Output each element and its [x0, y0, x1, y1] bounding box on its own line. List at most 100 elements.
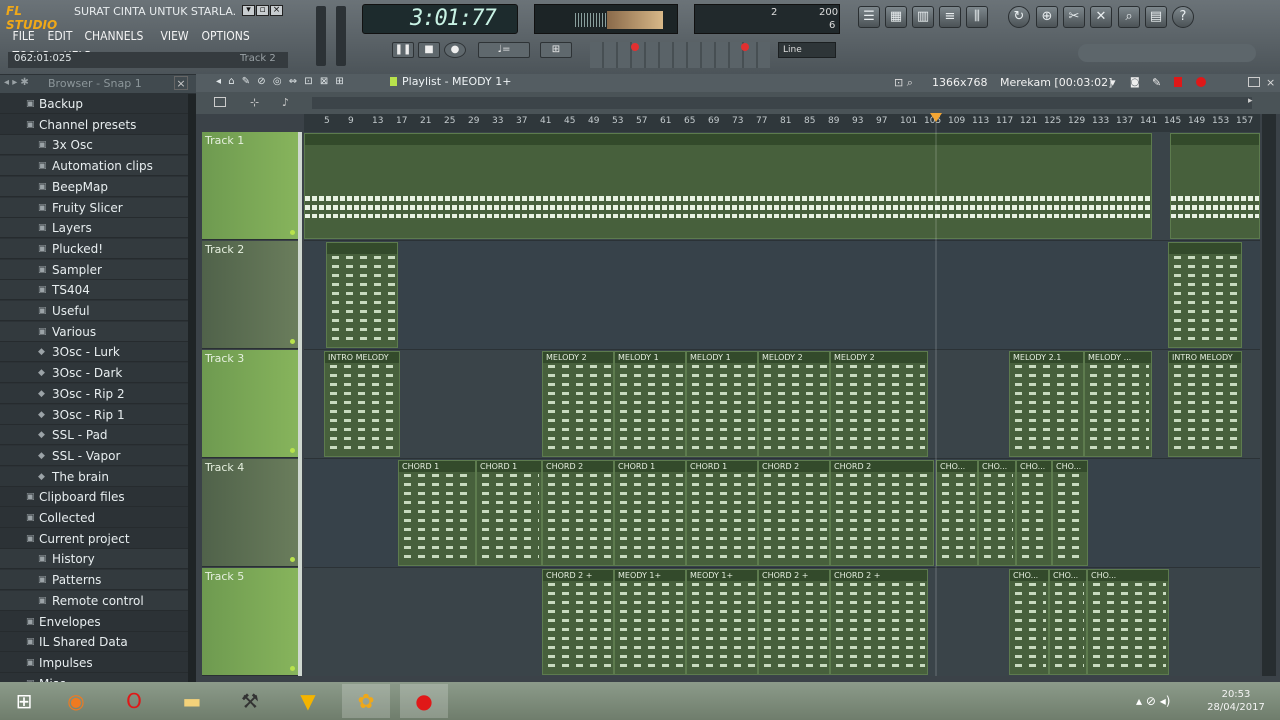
browser-item[interactable]: ◆ 3Osc - Lurk: [0, 342, 188, 363]
browser-item[interactable]: ▣ Useful: [0, 301, 188, 321]
browser-item[interactable]: ▣ 3x Osc: [0, 135, 188, 156]
track-mute-led-icon[interactable]: [290, 666, 295, 671]
playlist-clip[interactable]: [1168, 242, 1242, 348]
menu-edit[interactable]: EDIT: [43, 26, 77, 46]
playlist-clip[interactable]: [1170, 133, 1260, 239]
browser-item[interactable]: ◆ The brain: [0, 466, 188, 487]
menu-file[interactable]: FILE: [8, 26, 39, 46]
browser-item[interactable]: ▣ Plucked!: [0, 238, 188, 259]
fl-studio-icon[interactable]: ✿: [342, 684, 390, 718]
playlist-clip[interactable]: CHORD 2: [542, 460, 614, 566]
playlist-clip[interactable]: MELODY 2: [830, 351, 928, 457]
browser-item[interactable]: ▣ Channel presets: [0, 115, 188, 135]
record-icon[interactable]: [1196, 77, 1206, 87]
pattern-selector[interactable]: ⊞: [540, 42, 572, 58]
menu-channels[interactable]: CHANNELS: [80, 26, 148, 46]
snap-icon[interactable]: ⊹: [250, 96, 259, 109]
browser-item[interactable]: ◆ 3Osc - Rip 1: [0, 404, 188, 425]
track-header[interactable]: Track 3: [202, 350, 298, 458]
stop-button[interactable]: ■: [418, 42, 440, 58]
browser-item[interactable]: ▣ Patterns: [0, 570, 188, 591]
playlist-clip[interactable]: INTRO MELODY: [1168, 351, 1242, 457]
track-mode-icon[interactable]: [214, 97, 226, 107]
playlist-clip[interactable]: MEODY 1+: [686, 569, 758, 675]
track-header[interactable]: Track 5: [202, 568, 298, 676]
browser-item[interactable]: ▣ Automation clips: [0, 156, 188, 177]
track-mute-led-icon[interactable]: [290, 230, 295, 235]
playlist-clip[interactable]: CHORD 2 +: [830, 569, 928, 675]
playlist-clip[interactable]: CHORD 1: [614, 460, 686, 566]
track-header[interactable]: Track 2: [202, 241, 298, 349]
help-icon[interactable]: ?: [1172, 6, 1194, 28]
pause-button[interactable]: ❚❚: [392, 42, 414, 58]
playlist-clip[interactable]: CHO...: [1009, 569, 1049, 675]
playlist-clip[interactable]: CHO...: [1087, 569, 1169, 675]
browser-item[interactable]: ◆ SSL - Vapor: [0, 445, 188, 466]
playlist-clip[interactable]: MELODY 1: [614, 351, 686, 457]
browser-icon[interactable]: ≡: [939, 6, 961, 28]
browser-item[interactable]: ▣ TS404: [0, 280, 188, 301]
playlist-clip[interactable]: CHO...: [978, 460, 1016, 566]
record-button[interactable]: ●: [444, 42, 466, 58]
piano-roll-icon[interactable]: ▥: [912, 6, 934, 28]
browser-item[interactable]: ▣ History: [0, 549, 188, 570]
playlist-clip[interactable]: CHORD 2: [758, 460, 830, 566]
playlist-clip[interactable]: CHORD 1: [398, 460, 476, 566]
browser-item[interactable]: ▣ Layers: [0, 218, 188, 239]
vlc-icon[interactable]: ▼: [284, 684, 332, 718]
browser-item[interactable]: ▣ Backup: [0, 94, 188, 114]
vertical-scrollbar[interactable]: [1262, 114, 1276, 676]
browser-nav-icon[interactable]: ◂ ▸ ✱: [4, 77, 29, 88]
file-explorer-icon[interactable]: ▬: [168, 684, 216, 718]
close-icon[interactable]: ×: [1266, 76, 1275, 89]
track-mute-led-icon[interactable]: [290, 557, 295, 562]
browser-item[interactable]: ▣ Various: [0, 321, 188, 342]
zoom-icon[interactable]: ⊡ ⌕: [894, 76, 913, 90]
playlist-clip[interactable]: [304, 133, 1152, 239]
browser-scrollbar[interactable]: [188, 94, 196, 682]
browser-item[interactable]: ◆ SSL - Pad: [0, 425, 188, 446]
close-icon[interactable]: ×: [174, 76, 188, 90]
browser-item[interactable]: ▣ IL Shared Data: [0, 632, 188, 653]
browser-item[interactable]: ▣ BeepMap: [0, 176, 188, 197]
playlist-clip[interactable]: MELODY 2: [758, 351, 830, 457]
scroll-right-icon[interactable]: ▸: [1248, 96, 1253, 106]
playlist-clip[interactable]: CHO...: [1016, 460, 1052, 566]
maximize-icon[interactable]: [1248, 77, 1260, 87]
browser-item[interactable]: ▣ Sampler: [0, 259, 188, 280]
timeline-ruler[interactable]: 5 9 13 17 21 25 29 33 37 41 45 49 53 57 61 65 69 73 77 81 85…: [304, 114, 1260, 132]
tempo-display[interactable]: ♩=: [478, 42, 530, 58]
search-icon[interactable]: ⌕: [1118, 6, 1140, 28]
master-pitch-slider[interactable]: [336, 6, 346, 66]
browser-item[interactable]: ▣ Remote control: [0, 590, 188, 611]
track-header-divider[interactable]: [298, 132, 302, 676]
track-header[interactable]: Track 1: [202, 132, 298, 240]
dropdown-icon[interactable]: ▾: [242, 5, 255, 16]
track-mute-led-icon[interactable]: [290, 339, 295, 344]
browser-item[interactable]: ▣ Clipboard files: [0, 487, 188, 508]
close-icon[interactable]: ×: [270, 5, 283, 16]
playlist-clip[interactable]: INTRO MELODY: [324, 351, 400, 457]
master-volume-slider[interactable]: [316, 6, 326, 66]
playlist-clip[interactable]: CHO...: [1049, 569, 1087, 675]
playlist-clip[interactable]: CHO...: [1052, 460, 1088, 566]
mixer-icon[interactable]: ⫼: [966, 6, 988, 28]
playlist-arrangement[interactable]: INTRO MELODY MELODY 2 MELODY 1 MELODY 1 MELO…: [304, 132, 1260, 676]
playlist-clip[interactable]: CHORD 2 +: [542, 569, 614, 675]
playlist-clip[interactable]: CHORD 2 +: [758, 569, 830, 675]
windows-start-icon[interactable]: ⊞: [0, 684, 48, 718]
playlist-clip[interactable]: MELODY ...: [1084, 351, 1152, 457]
dropdown-icon[interactable]: ▾: [1110, 76, 1116, 89]
playlist-clip[interactable]: CHORD 2: [830, 460, 934, 566]
playlist-clip[interactable]: MEODY 1+: [614, 569, 686, 675]
save-icon[interactable]: ▤: [1145, 6, 1167, 28]
note-icon[interactable]: ♪: [282, 96, 289, 109]
playlist-clip[interactable]: MELODY 1: [686, 351, 758, 457]
system-clock[interactable]: 20:53 28/04/2017: [1206, 688, 1266, 714]
playlist-clip[interactable]: CHORD 1: [476, 460, 542, 566]
pause-record-icon[interactable]: [1174, 77, 1182, 87]
playhead-marker-icon[interactable]: [930, 113, 942, 122]
tools-icon[interactable]: ⚒: [226, 684, 274, 718]
horizontal-scrollbar[interactable]: [312, 97, 1252, 109]
browser-item[interactable]: ▣ Current project: [0, 529, 188, 549]
